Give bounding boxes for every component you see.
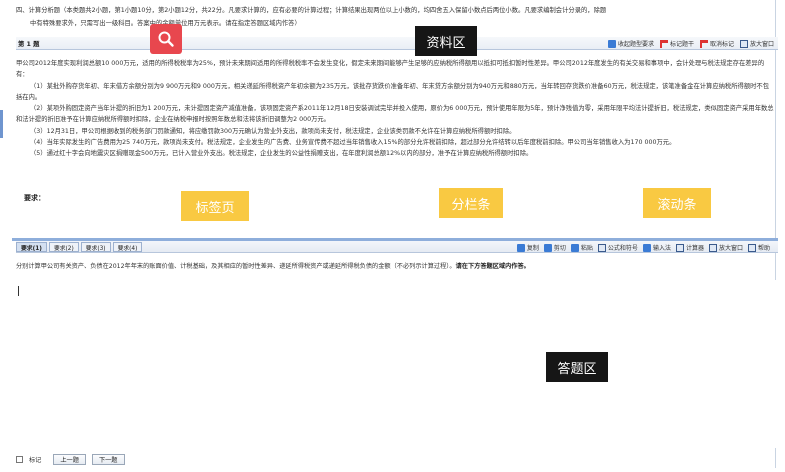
left-collapse-handle[interactable] — [0, 110, 3, 138]
exam-window: 四、计算分析题（本类题共2小题，第1小题10分，第2小题12分，共22分。凡要求… — [4, 0, 778, 468]
requirement-tabs: 要求(1) 要求(2) 要求(3) 要求(4) — [16, 242, 143, 252]
answer-tools: 复制 剪切 粘贴 公式和符号 输入法 计算器 放大窗口 帮助 — [516, 242, 770, 253]
requirement-title: 要求： — [24, 194, 45, 202]
material-area-label: 资料区 — [415, 26, 477, 56]
question-tools: 收起题型要求 标记题干 取消标记 放大窗口 — [607, 38, 774, 49]
copy-button[interactable]: 复制 — [516, 242, 539, 253]
section-instructions: 四、计算分析题（本类题共2小题，第1小题10分，第2小题12分，共22分。凡要求… — [16, 4, 768, 34]
cut-button[interactable]: 剪切 — [543, 242, 566, 253]
instructions-line-2: 中有特殊要求外，只需写出一级科目。答案中的金额单位用万元表示。请在指定答题区域内… — [16, 17, 768, 30]
material-paragraph: （3）12月31日，甲公司根据收到的税务部门罚款通知，将应缴罚款300万元确认为… — [30, 127, 516, 135]
tab-page-label: 标签页 — [181, 191, 249, 221]
collapse-icon — [607, 39, 616, 48]
input-method-button[interactable]: 输入法 — [642, 242, 671, 253]
question-toolbar: 第 1 题 收起题型要求 标记题干 取消标记 放大窗口 — [16, 37, 778, 50]
answer-prompt-emphasis: 请在下方答题区域内作答。 — [455, 263, 530, 270]
tab-requirement-4[interactable]: 要求(4) — [112, 242, 143, 252]
answer-textarea[interactable] — [16, 280, 778, 448]
calculator-icon — [675, 243, 684, 252]
tab-requirement-3[interactable]: 要求(3) — [80, 242, 111, 252]
answer-enlarge-button[interactable]: 放大窗口 — [708, 242, 743, 253]
scroll-bar-label: 滚动条 — [643, 188, 711, 218]
mark-label: 标记 — [29, 456, 42, 464]
material-paragraph: （4）当年实际发生的广告费用为25 740万元，款项尚未支付。税法规定，企业发生… — [30, 139, 676, 147]
tab-requirement-2[interactable]: 要求(2) — [48, 242, 79, 252]
material-paragraph: 甲公司2012年度实现利润总额10 000万元，适用的所得税税率为25%，预计未… — [16, 60, 765, 79]
unflag-icon — [699, 39, 708, 48]
sigma-icon — [597, 243, 606, 252]
next-question-button[interactable]: 下一题 — [91, 453, 125, 465]
enlarge-icon — [739, 39, 748, 48]
material-paragraph: （2）某项外购固定资产当年计提的折旧为1 200万元，未计提固定资产减值准备，该… — [16, 105, 774, 124]
help-icon — [747, 243, 756, 252]
formula-symbol-button[interactable]: 公式和符号 — [597, 242, 638, 253]
enlarge-window-button[interactable]: 放大窗口 — [739, 38, 774, 49]
answer-tabs-bar: 要求(1) 要求(2) 要求(3) 要求(4) 复制 剪切 粘贴 公式和符号 输… — [16, 241, 778, 253]
answer-area-label: 答题区 — [546, 352, 608, 382]
keyboard-icon — [642, 243, 651, 252]
scissors-icon — [543, 243, 552, 252]
material-paragraph: （1）某批外购存货年初、年末借方余额分别为9 900万元和9 000万元，相关递… — [16, 82, 770, 101]
copy-icon — [516, 243, 525, 252]
help-button[interactable]: 帮助 — [747, 242, 770, 253]
paste-button[interactable]: 粘贴 — [570, 242, 593, 253]
mark-checkbox[interactable] — [16, 455, 23, 463]
search-icon — [158, 31, 174, 47]
calculator-button[interactable]: 计算器 — [675, 242, 704, 253]
tab-requirement-1[interactable]: 要求(1) — [16, 242, 47, 252]
enlarge-icon — [708, 243, 717, 252]
material-area: 甲公司2012年度实现利润总额10 000万元，适用的所得税税率为25%，预计未… — [16, 58, 774, 178]
text-cursor — [18, 286, 19, 296]
collapse-requirements-button[interactable]: 收起题型要求 — [607, 38, 654, 49]
divider-bar-label: 分栏条 — [439, 188, 503, 218]
flag-icon — [659, 39, 668, 48]
unmark-button[interactable]: 取消标记 — [699, 38, 734, 49]
answer-prompt: 分别计算甲公司有关资产、负债在2012年年末的账面价值、计税基础，及其相应的暂时… — [16, 261, 530, 270]
paste-icon — [570, 243, 579, 252]
bottom-navigation: 标记 上一题 下一题 — [16, 452, 778, 466]
mark-stem-button[interactable]: 标记题干 — [659, 38, 694, 49]
material-paragraph: （5）通过红十字会向地震灾区捐赠现金500万元，已计入营业外支出。税法规定，企业… — [30, 150, 533, 158]
search-button[interactable] — [150, 24, 182, 54]
question-number: 第 1 题 — [18, 41, 40, 48]
prev-question-button[interactable]: 上一题 — [53, 453, 86, 465]
instructions-line-1: 四、计算分析题（本类题共2小题，第1小题10分，第2小题12分，共22分。凡要求… — [16, 7, 607, 14]
answer-prompt-text: 分别计算甲公司有关资产、负债在2012年年末的账面价值、计税基础，及其相应的暂时… — [16, 263, 456, 270]
